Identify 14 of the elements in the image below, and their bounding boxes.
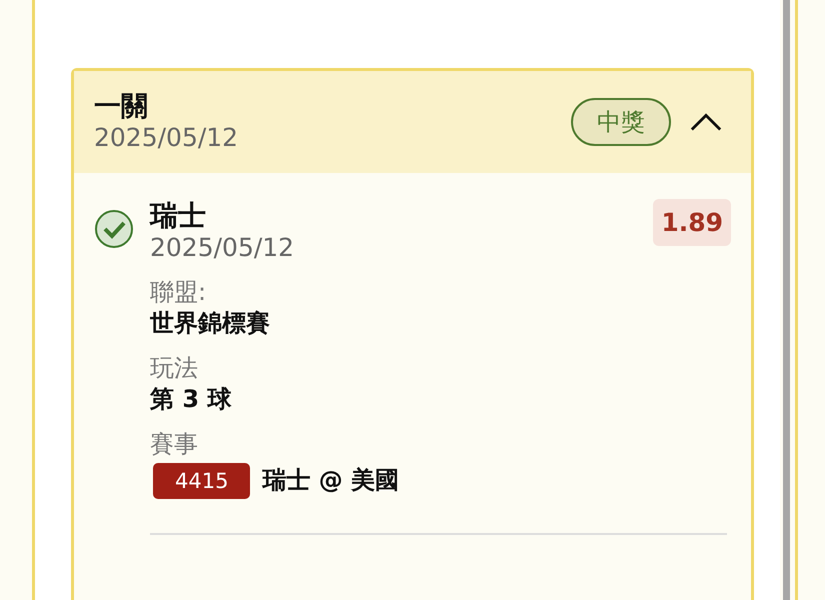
- selection-date: 2025/05/12: [150, 232, 296, 263]
- match-name: 瑞士 @ 美國: [262, 464, 400, 496]
- field-value: 世界錦標賽: [150, 308, 271, 339]
- scrollbar[interactable]: [783, 0, 790, 600]
- field-value: 第 3 球: [150, 384, 232, 416]
- event-code-badge: 4415: [153, 462, 250, 499]
- field-label: 玩法: [150, 352, 199, 384]
- bet-date: 2025/05/12: [94, 123, 240, 154]
- field-label: 聯盟:: [150, 276, 208, 308]
- bet-type: 一關: [94, 90, 149, 124]
- status-badge: 中獎: [571, 98, 671, 146]
- field-label: 賽事: [150, 429, 199, 460]
- selection-name: 瑞士: [150, 199, 207, 233]
- odds-badge: 1.89: [653, 199, 731, 246]
